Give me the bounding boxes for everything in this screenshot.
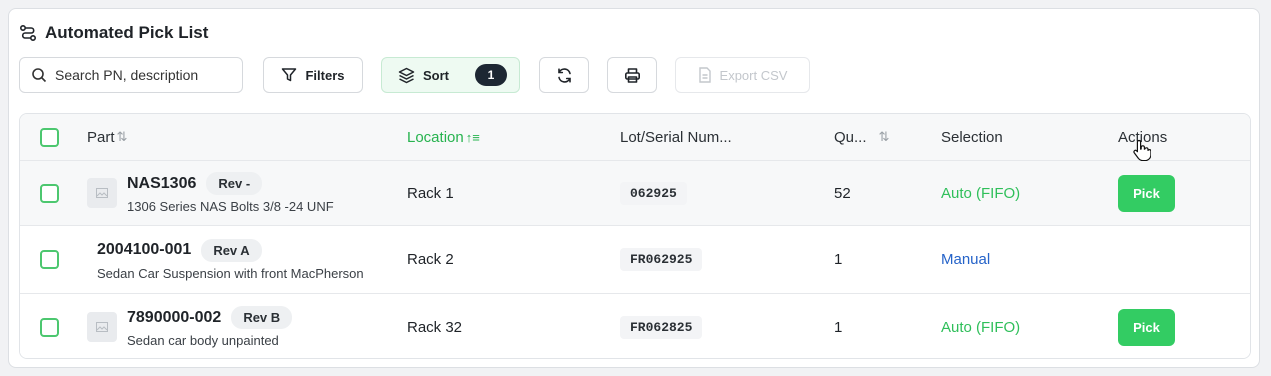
selection-cell[interactable]: Manual — [941, 226, 990, 293]
part-info: 2004100-001 Rev A Sedan Car Suspension wi… — [97, 238, 399, 281]
part-cell: 7890000-002 Rev B Sedan car body unpainte… — [87, 294, 293, 358]
selection-cell[interactable]: Auto (FIFO) — [941, 161, 1020, 225]
image-placeholder-icon — [87, 312, 117, 342]
part-description: Sedan Car Suspension with front MacPhers… — [97, 265, 364, 281]
column-label: Lot/Serial Num... — [620, 128, 732, 146]
table-row: 7890000-002 Rev B Sedan car body unpainte… — [20, 294, 1250, 358]
export-csv-button[interactable]: Export CSV — [675, 57, 810, 93]
part-info: NAS1306 Rev - 1306 Series NAS Bolts 3/8 -… — [127, 172, 334, 214]
pick-list-card: Automated Pick List Filters Sort 1 Expor… — [8, 8, 1260, 368]
card-header: Automated Pick List — [19, 21, 208, 45]
row-checkbox[interactable] — [40, 250, 59, 269]
pick-button[interactable]: Pick — [1118, 174, 1175, 212]
selection-cell[interactable]: Auto (FIFO) — [941, 294, 1020, 358]
row-checkbox-cell — [40, 294, 59, 358]
hand-cursor-icon — [1133, 139, 1151, 161]
quantity-cell: 1 — [834, 318, 843, 336]
lot-cell: FR062925 — [620, 226, 703, 293]
printer-icon — [624, 67, 640, 83]
search-icon — [32, 68, 47, 83]
revision-badge: Rev B — [231, 306, 293, 329]
column-header-selection: Selection — [941, 114, 1003, 160]
lot-number: 062925 — [620, 181, 687, 205]
column-header-lot[interactable]: Lot/Serial Num... — [620, 114, 732, 160]
lot-cell: FR062825 — [620, 294, 703, 358]
pick-list-table: Part ⇅ Location ↑≡ Lot/Serial Num... Qu...… — [19, 113, 1251, 359]
part-number[interactable]: 7890000-002 — [127, 309, 221, 327]
row-checkbox-cell — [40, 226, 59, 293]
image-placeholder-icon — [87, 178, 117, 208]
document-icon — [698, 67, 711, 83]
refresh-button[interactable] — [539, 57, 589, 93]
location-cell: Rack 1 — [407, 184, 454, 202]
sort-arrows-icon: ⇅ — [878, 129, 890, 144]
page-title: Automated Pick List — [45, 23, 209, 42]
part-description: 1306 Series NAS Bolts 3/8 -24 UNF — [127, 199, 334, 214]
row-checkbox[interactable] — [40, 183, 59, 203]
part-number[interactable]: NAS1306 — [127, 175, 196, 193]
filter-icon — [282, 68, 297, 82]
actions-cell: Pick — [1118, 294, 1175, 358]
filters-label: Filters — [305, 67, 345, 83]
layers-icon — [398, 67, 415, 83]
column-label: Selection — [941, 128, 1003, 146]
row-checkbox-cell — [40, 161, 59, 225]
quantity-cell: 52 — [834, 184, 851, 202]
table-header-row: Part ⇅ Location ↑≡ Lot/Serial Num... Qu...… — [20, 114, 1250, 161]
part-cell: 2004100-001 Rev A Sedan Car Suspension wi… — [97, 226, 399, 293]
column-header-part[interactable]: Part ⇅ — [87, 114, 127, 160]
table-row: 2004100-001 Rev A Sedan Car Suspension wi… — [20, 226, 1250, 294]
sort-button[interactable]: Sort 1 — [381, 57, 520, 93]
part-description: Sedan car body unpainted — [127, 333, 279, 348]
location-cell: Rack 32 — [407, 318, 463, 336]
export-label: Export CSV — [719, 67, 788, 83]
filters-button[interactable]: Filters — [263, 57, 363, 93]
quantity-cell: 1 — [834, 251, 843, 268]
select-all-cell — [40, 114, 59, 160]
revision-badge: Rev A — [201, 238, 262, 262]
column-header-quantity[interactable]: Qu... ⇅ — [834, 114, 889, 160]
part-cell: NAS1306 Rev - 1306 Series NAS Bolts 3/8 -… — [87, 161, 334, 225]
sort-count-badge: 1 — [475, 64, 507, 86]
part-number[interactable]: 2004100-001 — [97, 241, 191, 259]
lot-number: FR062825 — [620, 315, 703, 339]
search-box[interactable] — [19, 57, 243, 93]
sort-ascending-icon: ↑≡ — [465, 129, 480, 145]
refresh-icon — [557, 67, 571, 83]
actions-cell: Pick — [1118, 161, 1175, 225]
select-all-checkbox[interactable] — [40, 127, 59, 147]
column-label: Location — [407, 128, 464, 146]
search-input[interactable] — [55, 67, 235, 83]
row-checkbox[interactable] — [40, 317, 59, 337]
table-row: NAS1306 Rev - 1306 Series NAS Bolts 3/8 -… — [20, 161, 1250, 226]
part-info: 7890000-002 Rev B Sedan car body unpainte… — [127, 306, 293, 348]
sort-label: Sort — [423, 67, 449, 83]
column-header-location[interactable]: Location ↑≡ — [407, 114, 480, 160]
location-cell: Rack 2 — [407, 251, 454, 268]
column-label: Part — [87, 128, 115, 146]
lot-number: FR062925 — [620, 248, 703, 271]
pick-button[interactable]: Pick — [1118, 308, 1175, 346]
sort-arrows-icon: ⇅ — [116, 129, 128, 144]
lot-cell: 062925 — [620, 161, 687, 225]
route-icon — [19, 24, 37, 42]
toolbar: Filters Sort 1 Export CSV — [19, 57, 810, 93]
revision-badge: Rev - — [206, 172, 263, 195]
print-button[interactable] — [607, 57, 657, 93]
column-label: Qu... — [834, 128, 867, 146]
